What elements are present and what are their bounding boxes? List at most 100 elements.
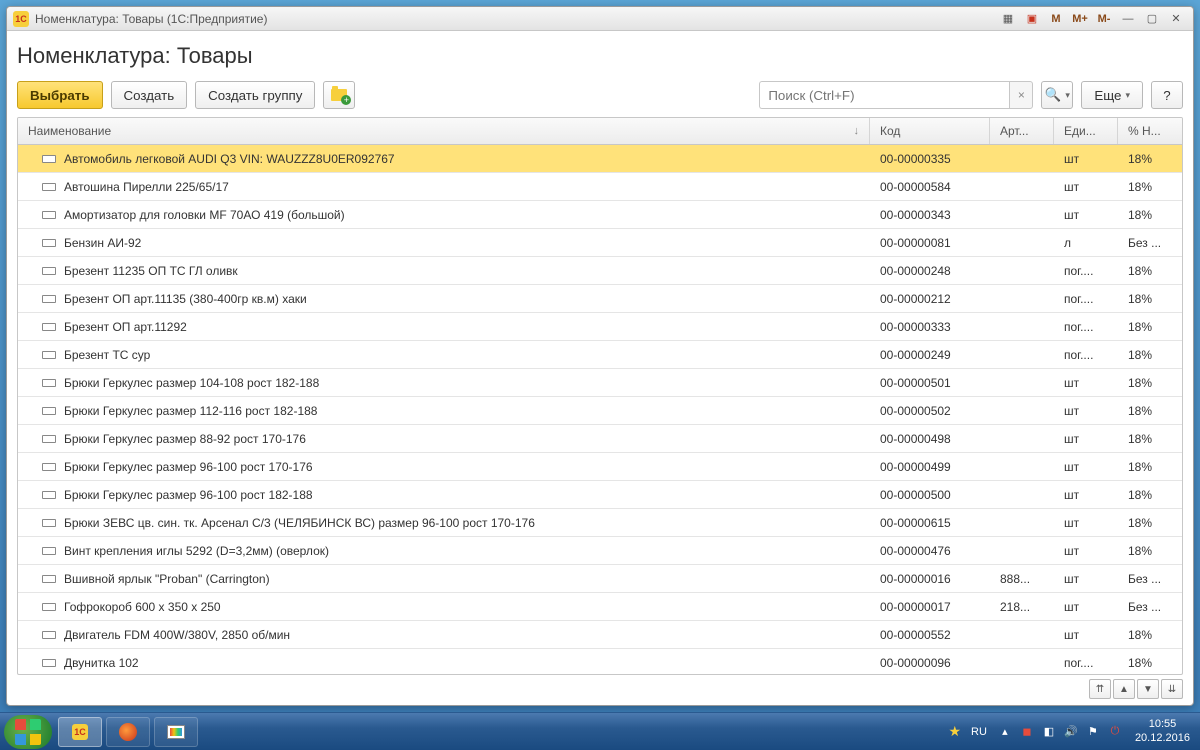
cell-art: 218...	[990, 595, 1054, 619]
table-row[interactable]: Амортизатор для головки MF 70АО 419 (бол…	[18, 201, 1182, 229]
cell-name: Брезент ОП арт.11292	[64, 320, 187, 334]
item-icon	[42, 379, 56, 387]
cell-code: 00-00000498	[870, 427, 990, 451]
item-icon	[42, 211, 56, 219]
table-row[interactable]: Автомобиль легковой AUDI Q3 VIN: WAUZZZ8…	[18, 145, 1182, 173]
create-folder-button[interactable]	[323, 81, 355, 109]
cell-vat: 18%	[1118, 483, 1182, 507]
cell-vat: 18%	[1118, 371, 1182, 395]
cell-name: Брезент ТС сур	[64, 348, 150, 362]
table-row[interactable]: Брюки Геркулес размер 88-92 рост 170-176…	[18, 425, 1182, 453]
table-row[interactable]: Бензин АИ-9200-00000081лБез ...	[18, 229, 1182, 257]
table-row[interactable]: Брезент 11235 ОП ТС ГЛ оливк00-00000248п…	[18, 257, 1182, 285]
col-name-label: Наименование	[28, 124, 111, 138]
mem-m-button[interactable]: M	[1045, 10, 1067, 28]
search-input[interactable]	[759, 81, 1009, 109]
table-row[interactable]: Брюки Геркулес размер 104-108 рост 182-1…	[18, 369, 1182, 397]
item-icon	[42, 659, 56, 667]
calendar-icon[interactable]: ▣	[1021, 10, 1043, 28]
cell-name: Брезент ОП арт.11135 (380-400гр кв.м) ха…	[64, 292, 307, 306]
table-row[interactable]: Брезент ТС сур00-00000249пог....18%	[18, 341, 1182, 369]
tray-shield-icon[interactable]: ◼	[1019, 724, 1035, 740]
table-row[interactable]: Гофрокороб 600 x 350 x 25000-00000017218…	[18, 593, 1182, 621]
table-body: Автомобиль легковой AUDI Q3 VIN: WAUZZZ8…	[18, 145, 1182, 674]
select-button[interactable]: Выбрать	[17, 81, 103, 109]
tray-chevron-icon[interactable]: ▴	[997, 724, 1013, 740]
cell-vat: 18%	[1118, 315, 1182, 339]
toolbar: Выбрать Создать Создать группу × 🔍▾ Еще▾…	[17, 81, 1183, 109]
nav-up-button[interactable]: ▲	[1113, 679, 1135, 699]
maximize-button[interactable]: ▢	[1141, 10, 1163, 28]
cell-code: 00-00000016	[870, 567, 990, 591]
mem-mminus-button[interactable]: M-	[1093, 10, 1115, 28]
item-icon	[42, 295, 56, 303]
table-row[interactable]: Двигатель FDM 400W/380V, 2850 об/мин00-0…	[18, 621, 1182, 649]
more-button[interactable]: Еще▾	[1081, 81, 1143, 109]
cell-code: 00-00000212	[870, 287, 990, 311]
taskbar-clock[interactable]: 10:55 20.12.2016	[1129, 718, 1196, 744]
col-unit-header[interactable]: Еди...	[1054, 118, 1118, 144]
cell-unit: пог....	[1054, 315, 1118, 339]
item-icon	[42, 155, 56, 163]
favorites-icon[interactable]: ★	[948, 723, 961, 740]
cell-art	[990, 322, 1054, 332]
cell-code: 00-00000335	[870, 147, 990, 171]
col-name-header[interactable]: Наименование ↓	[18, 118, 870, 144]
col-art-header[interactable]: Арт...	[990, 118, 1054, 144]
close-button[interactable]: ✕	[1165, 10, 1187, 28]
taskbar-item-paint[interactable]	[154, 717, 198, 747]
tray-network-icon[interactable]: ◧	[1041, 724, 1057, 740]
tray-flag-icon[interactable]: ⚑	[1085, 724, 1101, 740]
grid-icon[interactable]: ▦	[997, 10, 1019, 28]
language-indicator[interactable]: RU	[967, 724, 991, 740]
col-code-header[interactable]: Код	[870, 118, 990, 144]
table-row[interactable]: Винт крепления иглы 5292 (D=3,2мм) (овер…	[18, 537, 1182, 565]
item-icon	[42, 183, 56, 191]
table-row[interactable]: Брюки Геркулес размер 96-100 рост 170-17…	[18, 453, 1182, 481]
search-box: ×	[759, 81, 1033, 109]
table-row[interactable]: Вшивной ярлык "Proban" (Carrington)00-00…	[18, 565, 1182, 593]
table-row[interactable]: Брюки Геркулес размер 96-100 рост 182-18…	[18, 481, 1182, 509]
item-icon	[42, 267, 56, 275]
nav-down-button[interactable]: ▼	[1137, 679, 1159, 699]
onec-icon: 1С	[72, 724, 88, 740]
table-row[interactable]: Брезент ОП арт.1129200-00000333пог....18…	[18, 313, 1182, 341]
cell-unit: шт	[1054, 623, 1118, 647]
taskbar-item-1c[interactable]: 1С	[58, 717, 102, 747]
table-row[interactable]: Брезент ОП арт.11135 (380-400гр кв.м) ха…	[18, 285, 1182, 313]
cell-unit: шт	[1054, 455, 1118, 479]
help-button[interactable]: ?	[1151, 81, 1183, 109]
create-group-button[interactable]: Создать группу	[195, 81, 315, 109]
cell-vat: 18%	[1118, 511, 1182, 535]
cell-art	[990, 490, 1054, 500]
more-label: Еще	[1094, 88, 1121, 103]
col-vat-header[interactable]: % Н...	[1118, 118, 1182, 144]
mem-mplus-button[interactable]: M+	[1069, 10, 1091, 28]
minimize-button[interactable]: —	[1117, 10, 1139, 28]
cell-vat: 18%	[1118, 343, 1182, 367]
cell-unit: шт	[1054, 399, 1118, 423]
cell-code: 00-00000499	[870, 455, 990, 479]
windows-logo-icon	[15, 719, 41, 745]
cell-unit: шт	[1054, 203, 1118, 227]
cell-vat: 18%	[1118, 455, 1182, 479]
nav-first-button[interactable]: ⇈	[1089, 679, 1111, 699]
table-row[interactable]: Двунитка 10200-00000096пог....18%	[18, 649, 1182, 674]
cell-art	[990, 518, 1054, 528]
cell-code: 00-00000500	[870, 483, 990, 507]
cell-name: Брюки Геркулес размер 96-100 рост 182-18…	[64, 488, 313, 502]
create-button[interactable]: Создать	[111, 81, 188, 109]
table-row[interactable]: Автошина Пирелли 225/65/1700-00000584шт1…	[18, 173, 1182, 201]
tray-sound-icon[interactable]: 🔊	[1063, 724, 1079, 740]
search-clear-button[interactable]: ×	[1009, 81, 1033, 109]
item-icon	[42, 323, 56, 331]
start-button[interactable]	[4, 715, 52, 749]
cell-code: 00-00000249	[870, 343, 990, 367]
table-row[interactable]: Брюки ЗЕВС цв. син. тк. Арсенал С/3 (ЧЕЛ…	[18, 509, 1182, 537]
taskbar-item-firefox[interactable]	[106, 717, 150, 747]
table-row[interactable]: Брюки Геркулес размер 112-116 рост 182-1…	[18, 397, 1182, 425]
nav-last-button[interactable]: ⇊	[1161, 679, 1183, 699]
search-options-button[interactable]: 🔍▾	[1041, 81, 1073, 109]
tray-power-icon[interactable]: ⏻	[1107, 724, 1123, 740]
cell-unit: шт	[1054, 595, 1118, 619]
